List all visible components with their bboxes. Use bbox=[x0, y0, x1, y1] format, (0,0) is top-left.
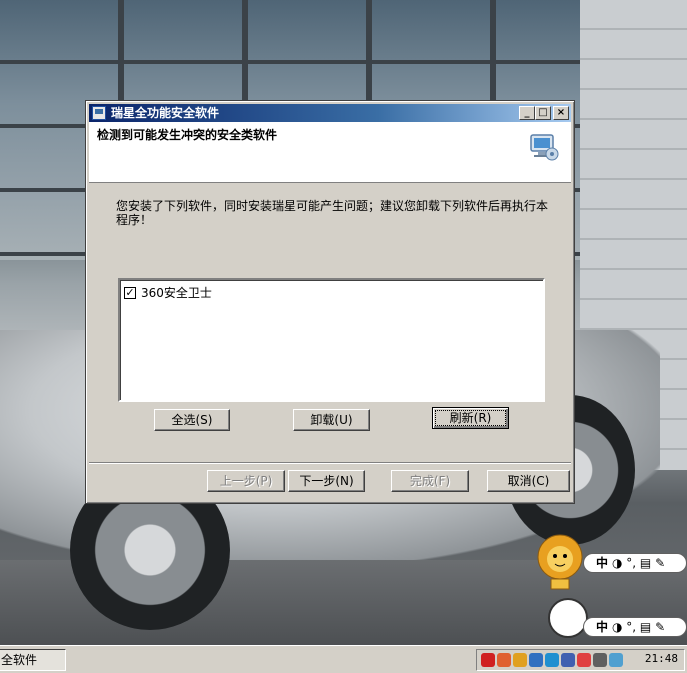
tray-shield-icon[interactable] bbox=[545, 653, 559, 667]
software-list[interactable]: ✓ 360安全卫士 bbox=[118, 278, 545, 402]
list-item[interactable]: ✓ 360安全卫士 bbox=[124, 284, 212, 301]
dialog-title: 瑞星全功能安全软件 bbox=[111, 106, 220, 120]
item-checkbox[interactable]: ✓ bbox=[124, 286, 136, 299]
ime-toolbar[interactable]: 中 ◑ °, ▤ ✎ bbox=[583, 617, 687, 637]
close-button[interactable]: × bbox=[553, 106, 569, 120]
monitor-icon bbox=[530, 134, 559, 161]
description-text: 您安装了下列软件，同时安装瑞星可能产生问题；建议您卸载下列软件后再执行本程序！ bbox=[116, 199, 549, 227]
system-tray: 21:48 bbox=[476, 649, 685, 671]
tray-blue-icon[interactable] bbox=[529, 653, 543, 667]
back-button[interactable]: 上一步(P) bbox=[207, 470, 285, 492]
taskbar-window-button[interactable]: 全软件 bbox=[0, 649, 66, 671]
ime-symbols[interactable]: ◑ °, ▤ ✎ bbox=[612, 554, 665, 572]
header-title: 检测到可能发生冲突的安全类软件 bbox=[97, 128, 278, 142]
dialog-titlebar[interactable]: 瑞星全功能安全软件 _ □ × bbox=[89, 104, 571, 122]
taskbar: 全软件 21:48 bbox=[0, 645, 687, 673]
conflict-dialog: 瑞星全功能安全软件 _ □ × 检测到可能发生冲突的安全类软件 您安装了下列软件… bbox=[85, 100, 575, 504]
refresh-button[interactable]: 刷新(R) bbox=[432, 407, 509, 429]
finish-button[interactable]: 完成(F) bbox=[391, 470, 469, 492]
ime-symbols[interactable]: ◑ °, ▤ ✎ bbox=[612, 618, 665, 636]
app-icon bbox=[92, 106, 106, 120]
tray-volume-icon[interactable] bbox=[593, 653, 607, 667]
maximize-button[interactable]: □ bbox=[535, 106, 551, 120]
select-all-button[interactable]: 全选(S) bbox=[154, 409, 230, 431]
cancel-button[interactable]: 取消(C) bbox=[487, 470, 570, 492]
ime-mode[interactable]: 中 bbox=[596, 618, 608, 636]
tray-network-icon[interactable] bbox=[497, 653, 511, 667]
ime-mode[interactable]: 中 bbox=[596, 554, 608, 572]
ime-smiley-icon[interactable] bbox=[548, 598, 588, 638]
next-button[interactable]: 下一步(N) bbox=[288, 470, 365, 492]
minimize-button[interactable]: _ bbox=[519, 106, 535, 120]
tray-umbrella-icon[interactable] bbox=[513, 653, 527, 667]
tray-globe-icon[interactable] bbox=[561, 653, 575, 667]
button-separator bbox=[89, 462, 571, 464]
ime-toolbar[interactable]: 中 ◑ °, ▤ ✎ bbox=[583, 553, 687, 573]
clock[interactable]: 21:48 bbox=[645, 652, 678, 665]
uninstall-button[interactable]: 卸载(U) bbox=[293, 409, 370, 431]
header-panel: 检测到可能发生冲突的安全类软件 bbox=[89, 122, 571, 183]
tray-red-icon[interactable] bbox=[481, 653, 495, 667]
tray-ime-icon[interactable] bbox=[609, 653, 623, 667]
list-item-label: 360安全卫士 bbox=[141, 286, 212, 300]
ime-lion-mascot-icon[interactable] bbox=[535, 533, 585, 591]
tray-qq-icon[interactable] bbox=[577, 653, 591, 667]
